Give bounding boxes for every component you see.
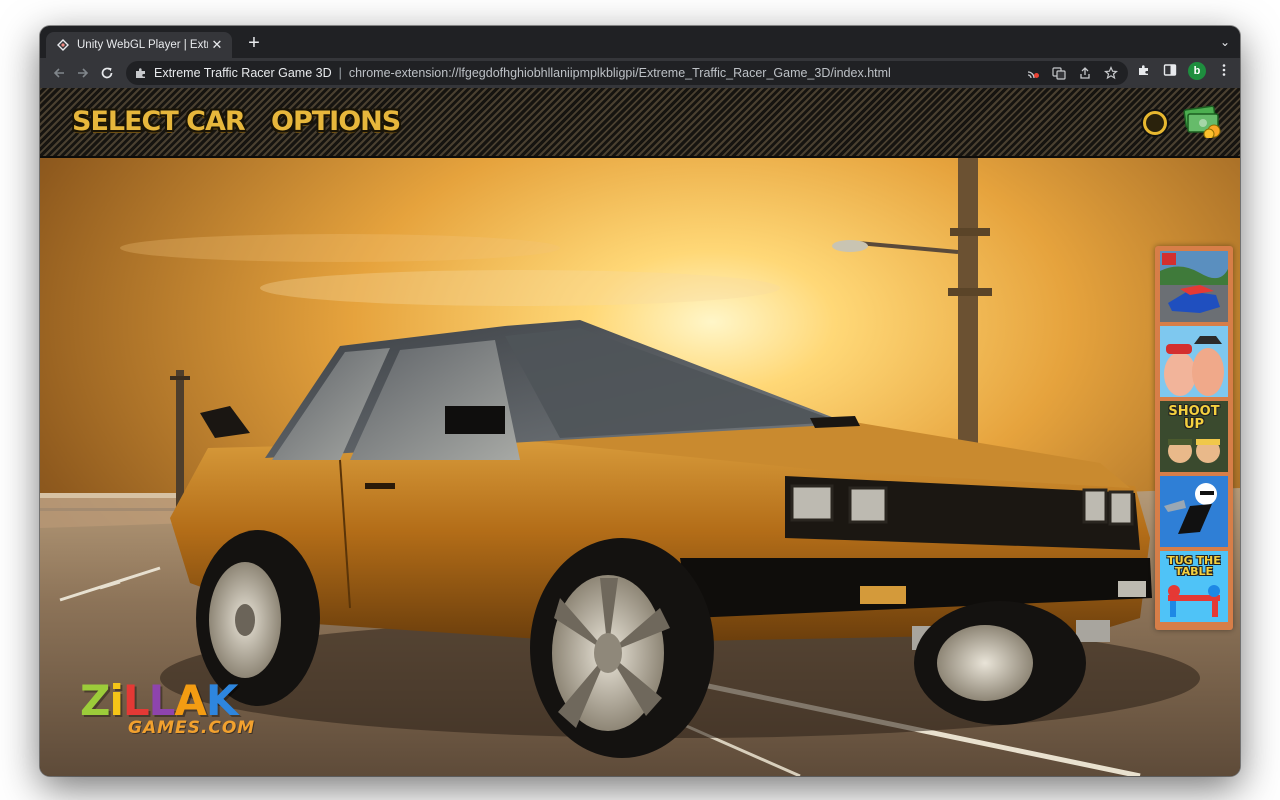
select-car-button[interactable]: SELECT CAR [72,102,246,140]
unity-icon [56,38,70,52]
back-icon[interactable] [48,62,70,84]
racing-game-thumbnail[interactable] [1160,251,1228,322]
options-button[interactable]: OPTIONS [271,102,401,140]
url-separator: | [338,66,342,80]
extensions-puzzle-icon[interactable] [1136,63,1152,80]
zillak-games-logo[interactable]: ZiLLAK GAMES.COM [80,680,280,750]
tab-strip: Unity WebGL Player | Extreme ✕ + ⌄ [40,26,1240,58]
share-icon[interactable] [1078,66,1092,80]
bookmark-star-icon[interactable] [1104,66,1118,80]
tab-title: Unity WebGL Player | Extreme [77,39,208,51]
shoot-up-thumbnail[interactable]: SHOOT UP [1160,401,1228,472]
browser-toolbar: Extreme Traffic Racer Game 3D | chrome-e… [40,58,1240,88]
pirate-thumb-game-thumbnail[interactable] [1160,326,1228,397]
stickman-jetpack-thumbnail[interactable] [1160,476,1228,547]
reload-icon[interactable] [96,62,118,84]
toolbar-right: b [1136,62,1232,80]
address-bar[interactable]: Extreme Traffic Racer Game 3D | chrome-e… [126,61,1128,85]
logo-letter-z: Z [80,676,110,725]
game-top-bar: SELECT CAR OPTIONS [40,88,1240,158]
shoot-up-label: SHOOT UP [1168,404,1220,432]
profile-avatar[interactable]: b [1188,62,1206,80]
side-panel-icon[interactable] [1162,63,1178,80]
cash-shop-icon[interactable] [1183,104,1223,138]
tug-the-table-thumbnail[interactable]: TUG THE TABLE [1160,551,1228,622]
cast-blocked-icon[interactable] [1026,66,1040,80]
translate-icon[interactable] [1052,66,1066,80]
zillak-wordmark: ZiLLAK [80,680,238,722]
tab-search-icon[interactable]: ⌄ [1220,35,1230,49]
url-text[interactable]: chrome-extension://lfgegdofhghiobhllanii… [349,66,1026,80]
new-tab-button[interactable]: + [244,33,264,54]
close-tab-icon[interactable]: ✕ [208,36,226,54]
forward-icon[interactable] [72,62,94,84]
tug-the-table-label: TUG THE TABLE [1167,554,1221,578]
browser-window: Unity WebGL Player | Extreme ✕ + ⌄ Extre… [40,26,1240,776]
site-name: Extreme Traffic Racer Game 3D [154,66,332,80]
logo-letter-i: i [109,676,123,725]
three-dots-menu-icon[interactable] [1216,63,1232,80]
puzzle-icon [134,66,148,80]
game-scene [40,88,1240,776]
coin-icon [1143,111,1167,135]
omnibox-actions [1026,66,1118,80]
tab-unity-player[interactable]: Unity WebGL Player | Extreme ✕ [46,32,232,58]
game-canvas[interactable]: SELECT CAR OPTIONS SHOOT UP TUG THE TABL… [40,88,1240,776]
zillak-subtitle: GAMES.COM [128,718,256,738]
more-games-panel: SHOOT UP TUG THE TABLE [1155,246,1233,630]
